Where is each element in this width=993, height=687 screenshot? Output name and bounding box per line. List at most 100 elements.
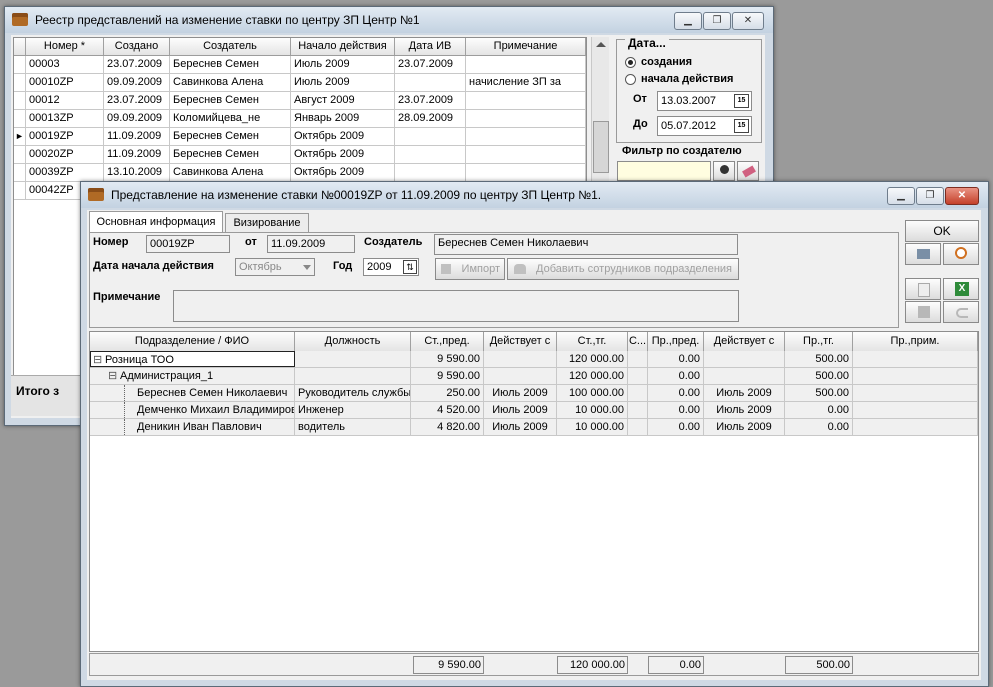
copy-button[interactable] (905, 278, 941, 300)
scroll-thumb[interactable] (593, 121, 609, 173)
table-row[interactable]: 00010ZP 09.09.2009 Савинкова Алена Июль 200… (14, 74, 586, 92)
select-creator-button[interactable] (713, 161, 735, 181)
table-row[interactable]: 00013ZP 09.09.2009 Коломийцева_не Январь 20… (14, 110, 586, 128)
radio-created-label[interactable]: создания (641, 56, 692, 68)
close-button[interactable]: ✕ (732, 12, 764, 30)
cell-c (628, 368, 648, 384)
minimize-button[interactable]: ▁ (674, 12, 702, 30)
minimize-button[interactable]: ▁ (887, 187, 915, 205)
cell-name: ⊟ Администрация_1 (90, 368, 295, 384)
col-active-from-2[interactable]: Действует с (704, 332, 785, 351)
to-date-field[interactable]: 05.07.2012 15 (657, 116, 752, 136)
year-spinner[interactable]: 2009 ⇅ (363, 258, 419, 276)
cell-active-from-2: Июль 2009 (704, 385, 785, 401)
cell-active-from (484, 351, 557, 367)
cell-pr-tg: 500.00 (785, 385, 853, 401)
col-created[interactable]: Создано (104, 38, 170, 55)
cell-position (295, 351, 411, 367)
add-staff-button[interactable]: Добавить сотрудников подразделения (507, 258, 739, 280)
date-field[interactable]: 11.09.2009 (267, 235, 355, 253)
restore-button[interactable]: ❐ (703, 12, 731, 30)
creator-label: Создатель (364, 236, 423, 248)
col-number[interactable]: Номер * (26, 38, 104, 55)
cell-rate-pred: 4 520.00 (411, 402, 484, 418)
send-icon (917, 249, 930, 259)
tree-row[interactable]: ⊟ Розница ТОО 9 590.00 120 000.00 0.00 500.00 (90, 351, 978, 368)
tree-collapse-icon[interactable]: ⊟ (93, 352, 105, 366)
table-row[interactable]: 00020ZP 11.09.2009 Береснев Семен Октябрь 2… (14, 146, 586, 164)
cell-rate-tg: 10 000.00 (557, 419, 628, 435)
tree-row[interactable]: Береснев Семен Николаевич Руководитель сл… (90, 385, 978, 402)
col-position[interactable]: Должность (295, 332, 411, 351)
cell-pr-note (853, 351, 978, 367)
tree-row[interactable]: Деникин Иван Павлович водитель 4 820.00 Июл… (90, 419, 978, 436)
import-button[interactable]: Импорт (435, 258, 505, 280)
registry-titlebar[interactable]: Реестр представлений на изменение ставки… (5, 7, 773, 33)
number-field[interactable]: 00019ZP (146, 235, 230, 253)
cell-active-from-2: Июль 2009 (704, 402, 785, 418)
creator-field[interactable]: Береснев Семен Николаевич (434, 234, 738, 255)
table-row[interactable]: ► 00019ZP 11.09.2009 Береснев Семен Октябрь … (14, 128, 586, 146)
clear-filter-button[interactable] (737, 161, 759, 181)
cell-created: 09.09.2009 (104, 110, 170, 127)
cell-c (628, 419, 648, 435)
restore-button[interactable]: ❐ (916, 187, 944, 205)
radio-start-label[interactable]: начала действия (641, 73, 733, 85)
note-field[interactable] (173, 290, 739, 322)
tab-visa[interactable]: Визирование (225, 213, 309, 232)
total-rate-pred: 9 590.00 (413, 656, 484, 674)
header-indicator (14, 38, 26, 55)
cell-number: 00010ZP (26, 74, 104, 91)
cell-rate-pred: 9 590.00 (411, 368, 484, 384)
col-start[interactable]: Начало действия (291, 38, 395, 55)
col-note[interactable]: Примечание (466, 38, 586, 55)
totals-bar: 9 590.00 120 000.00 0.00 500.00 (89, 653, 979, 676)
from-date-field[interactable]: 13.03.2007 15 (657, 91, 752, 111)
spinner-arrows-icon[interactable]: ⇅ (403, 260, 417, 274)
col-rate-pred[interactable]: Ст.,пред. (411, 332, 484, 351)
col-department-fio[interactable]: Подразделение / ФИО (90, 332, 295, 351)
col-c[interactable]: С... (628, 332, 648, 351)
from-label: От (633, 93, 647, 105)
radio-start[interactable] (625, 74, 636, 85)
table-row[interactable]: 00012 23.07.2009 Береснев Семен Август 2009… (14, 92, 586, 110)
tree-branch-line (124, 402, 135, 418)
staff-tree-grid[interactable]: Подразделение / ФИО Должность Ст.,пред. … (89, 331, 979, 652)
send-button[interactable] (905, 243, 941, 265)
registry-grid-header: Номер * Создано Создатель Начало действи… (14, 38, 586, 56)
tree-row[interactable]: Демченко Михаил Владимирович Инженер 4 520… (90, 402, 978, 419)
col-pr-note[interactable]: Пр.,прим. (853, 332, 978, 351)
excel-button[interactable]: X (943, 278, 979, 300)
col-pr-pred[interactable]: Пр.,пред. (648, 332, 704, 351)
radio-created[interactable] (625, 57, 636, 68)
col-iv-date[interactable]: Дата ИВ (395, 38, 466, 55)
cell-number: 00012 (26, 92, 104, 109)
detail-titlebar[interactable]: Представление на изменение ставки №00019… (81, 182, 988, 208)
calendar-icon[interactable]: 15 (734, 94, 749, 108)
creator-filter-input[interactable] (617, 161, 711, 181)
col-active-from[interactable]: Действует с (484, 332, 557, 351)
col-creator[interactable]: Создатель (170, 38, 291, 55)
col-rate-tg[interactable]: Ст.,тг. (557, 332, 628, 351)
start-month-select[interactable]: Октябрь (235, 258, 315, 276)
date-label: от (245, 236, 257, 248)
col-pr-tg[interactable]: Пр.,тг. (785, 332, 853, 351)
tree-row[interactable]: ⊟ Администрация_1 9 590.00 120 000.00 0.00 50… (90, 368, 978, 385)
ok-button[interactable]: OK (905, 220, 979, 242)
table-row[interactable]: 00039ZP 13.10.2009 Савинкова Алена Октябрь … (14, 164, 586, 182)
row-indicator: ► (14, 128, 26, 145)
briefcase-icon (88, 188, 104, 201)
save-button[interactable] (905, 301, 941, 323)
close-button[interactable]: ✕ (945, 187, 979, 205)
alarm-button[interactable] (943, 243, 979, 265)
year-label: Год (333, 260, 353, 272)
cell-start: Июль 2009 (291, 74, 395, 91)
table-row[interactable]: 00003 23.07.2009 Береснев Семен Июль 2009 23… (14, 56, 586, 74)
cell-active-from: Июль 2009 (484, 419, 557, 435)
tree-collapse-icon[interactable]: ⊟ (108, 368, 120, 384)
undo-button[interactable] (943, 301, 979, 323)
cell-note (466, 164, 586, 181)
scroll-up-icon[interactable] (596, 42, 606, 47)
calendar-icon[interactable]: 15 (734, 119, 749, 133)
tab-main-info[interactable]: Основная информация (89, 211, 223, 233)
